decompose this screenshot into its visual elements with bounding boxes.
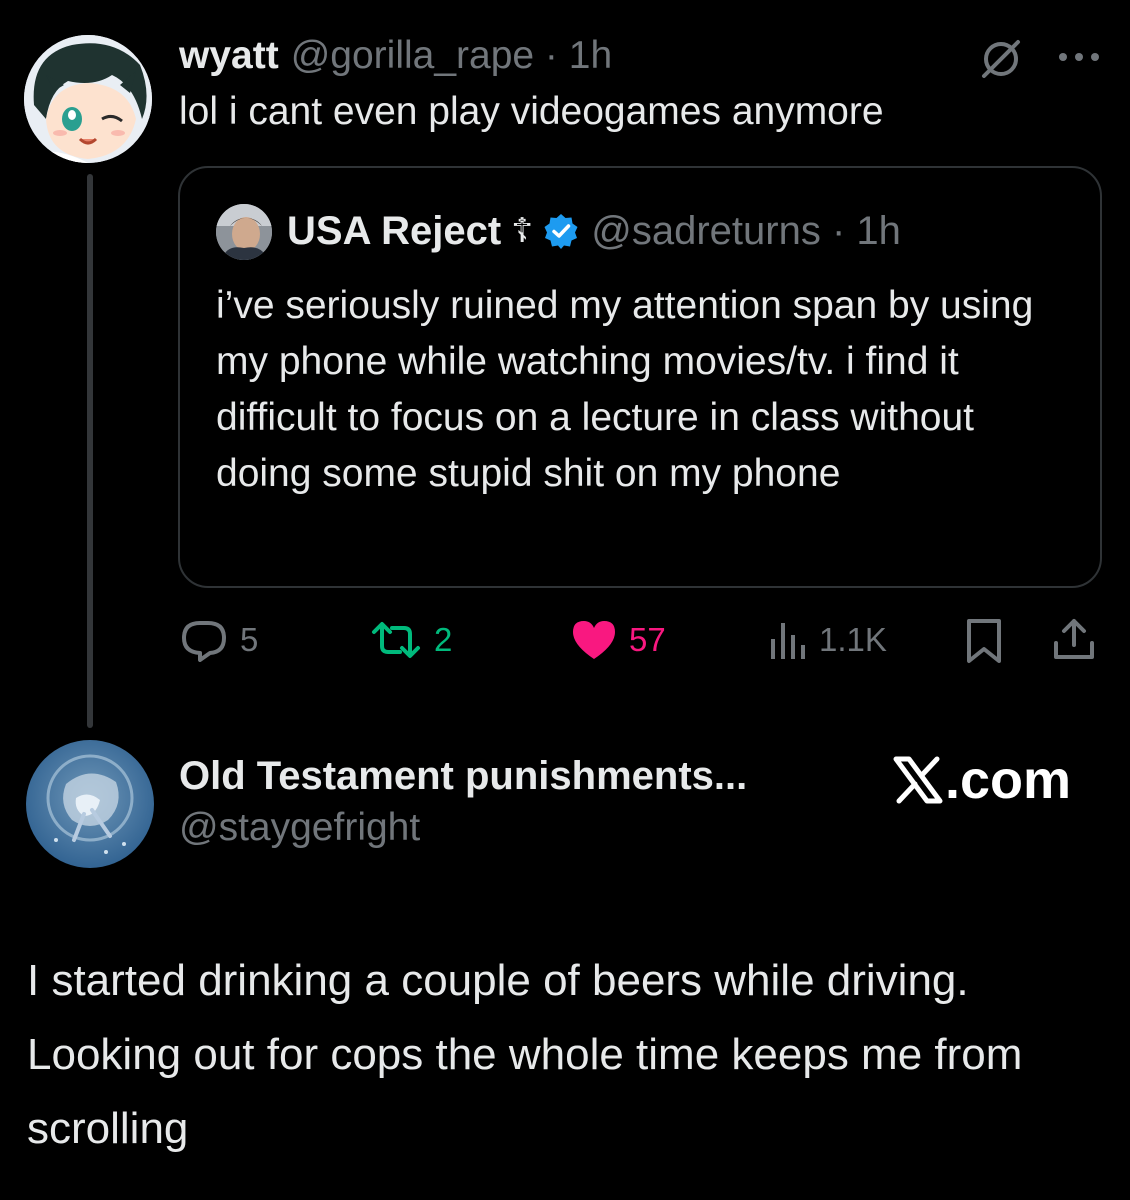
like-count: 57 xyxy=(629,621,666,658)
reply-icon xyxy=(182,621,226,662)
anime-avatar-image xyxy=(24,35,152,163)
avatar-staygefright[interactable] xyxy=(26,740,154,868)
more-icon[interactable] xyxy=(1056,50,1102,64)
bookmark-button[interactable] xyxy=(963,617,1005,670)
share-icon xyxy=(1054,619,1094,659)
profile-photo-image xyxy=(216,204,272,260)
reply-button[interactable]: 5 xyxy=(180,614,258,666)
bookmark-icon xyxy=(967,619,1001,663)
quoted-tweet-text: i’ve seriously ruined my attention span … xyxy=(216,284,1034,495)
quoted-author-name[interactable]: USA Reject xyxy=(287,209,501,254)
retweet-button[interactable]: 2 xyxy=(370,614,452,666)
x-com-watermark: .com xyxy=(893,750,1071,810)
reply-author-handle[interactable]: @staygefright xyxy=(179,806,420,850)
quoted-tweet-header: USA Reject ☦ @sadreturns · 1h xyxy=(287,207,901,255)
thread-connector-line xyxy=(87,174,93,728)
x-logo-icon xyxy=(893,756,943,804)
reply-author-name[interactable]: Old Testament punishments... xyxy=(179,754,747,799)
reply-text: I started drinking a couple of beers whi… xyxy=(27,956,1023,1153)
views-button[interactable]: 1.1K xyxy=(767,614,887,666)
author-handle-time[interactable]: @gorilla_rape · 1h xyxy=(291,34,612,78)
views-count: 1.1K xyxy=(819,621,887,658)
grok-icon[interactable] xyxy=(978,36,1024,82)
like-button[interactable]: 57 xyxy=(571,614,666,666)
quoted-author-handle-time[interactable]: @sadreturns · 1h xyxy=(591,209,901,254)
share-button[interactable] xyxy=(1050,615,1098,668)
heart-icon xyxy=(573,621,615,659)
reply-count: 5 xyxy=(240,621,259,658)
profile-art-image xyxy=(26,740,154,868)
tweet-header: wyatt @gorilla_rape · 1h xyxy=(179,34,612,80)
orthodox-cross-symbol: ☦ xyxy=(511,212,534,250)
watermark-text: .com xyxy=(945,750,1072,810)
author-name[interactable]: wyatt xyxy=(179,34,279,78)
tweet-text: lol i cant even play videogames anymore xyxy=(179,90,884,133)
verified-badge-icon xyxy=(544,214,578,249)
avatar-usa-reject[interactable] xyxy=(216,204,272,260)
views-icon xyxy=(771,623,805,659)
avatar-wyatt[interactable] xyxy=(24,35,152,163)
retweet-count: 2 xyxy=(434,621,453,658)
retweet-icon xyxy=(372,622,420,658)
